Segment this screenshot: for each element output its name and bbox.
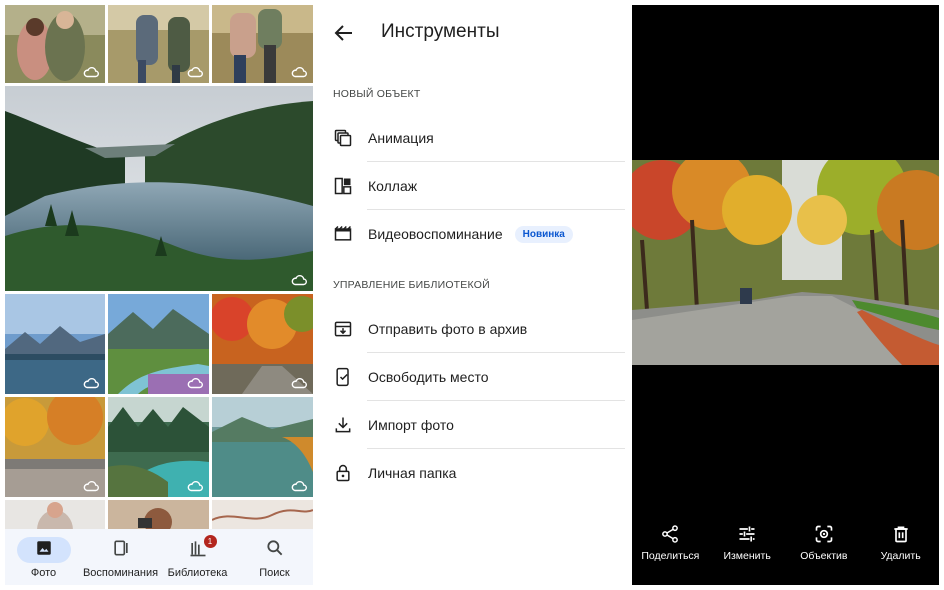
nav-label-memories: Воспоминания (82, 567, 159, 579)
viewer-action-bar: Поделиться Изменить Объектив Удалить (632, 523, 939, 571)
tool-item-video-memory[interactable]: Видеовоспоминание Новинка (333, 210, 625, 258)
lens-icon (813, 523, 835, 545)
photo-thumbnail[interactable] (5, 294, 105, 394)
lock-icon (333, 463, 353, 483)
photo-thumbnail[interactable] (108, 397, 209, 497)
nav-label-photos: Фото (30, 567, 57, 579)
movie-icon (333, 224, 353, 244)
screenshot-root: Фото Воспоминания 1 Библиотека Поиск Инс… (0, 0, 944, 590)
archive-icon (333, 319, 353, 339)
delete-icon (890, 523, 912, 545)
new-badge: Новинка (514, 225, 573, 243)
cloud-icon (187, 377, 203, 389)
photo-thumbnail-large[interactable] (5, 86, 313, 291)
cloud-icon (187, 480, 203, 492)
edit-button[interactable]: Изменить (709, 523, 786, 571)
photo-thumbnail[interactable] (5, 5, 105, 83)
nav-label-library: Библиотека (167, 567, 228, 579)
cloud-icon (83, 66, 99, 78)
photo-thumbnail[interactable] (108, 5, 209, 83)
bottom-navigation: Фото Воспоминания 1 Библиотека Поиск (5, 529, 313, 585)
free-space-icon (333, 367, 353, 387)
tools-header: Инструменты (314, 5, 632, 61)
nav-tab-search[interactable]: Поиск (236, 529, 313, 585)
tool-item-locked-folder[interactable]: Личная папка (333, 449, 625, 497)
tools-panel: Инструменты НОВЫЙ ОБЪЕКТ Анимация Коллаж… (314, 5, 632, 585)
tool-item-free-space[interactable]: Освободить место (333, 353, 625, 401)
section-header-new-object: НОВЫЙ ОБЪЕКТ (333, 88, 421, 100)
photo-thumbnail[interactable] (212, 397, 313, 497)
cloud-icon (291, 66, 307, 78)
tool-item-animation[interactable]: Анимация (333, 114, 625, 162)
tool-label: Анимация (368, 130, 434, 146)
tool-item-collage[interactable]: Коллаж (333, 162, 625, 210)
tool-label: Личная папка (368, 465, 457, 481)
nav-active-indicator (16, 537, 71, 563)
photo-thumbnail[interactable] (212, 5, 313, 83)
lens-label: Объектив (800, 550, 848, 562)
collage-icon (333, 176, 353, 196)
share-icon (659, 523, 681, 545)
tool-label: Видеовоспоминание (368, 226, 503, 242)
cloud-icon (187, 66, 203, 78)
lens-button[interactable]: Объектив (786, 523, 863, 571)
edit-sliders-icon (736, 523, 758, 545)
photo-thumbnail[interactable] (212, 294, 313, 394)
photo-thumbnail[interactable] (5, 397, 105, 497)
photo-gallery-panel: Фото Воспоминания 1 Библиотека Поиск (5, 5, 313, 585)
delete-label: Удалить (880, 550, 921, 562)
nav-label-search: Поиск (259, 567, 290, 579)
nav-tab-photos[interactable]: Фото (5, 529, 82, 585)
back-arrow-icon[interactable] (332, 21, 356, 45)
cloud-icon (83, 377, 99, 389)
memories-icon (111, 538, 131, 563)
nav-tab-library[interactable]: 1 Библиотека (159, 529, 236, 585)
search-icon (265, 538, 285, 563)
page-title: Инструменты (381, 21, 500, 42)
cloud-icon (83, 480, 99, 492)
tool-label: Освободить место (368, 369, 489, 385)
tool-label: Коллаж (368, 178, 418, 194)
section-header-library-management: УПРАВЛЕНИЕ БИБЛИОТЕКОЙ (333, 279, 490, 291)
delete-button[interactable]: Удалить (862, 523, 939, 571)
cloud-icon (291, 377, 307, 389)
tool-label: Импорт фото (368, 417, 454, 433)
share-label: Поделиться (641, 550, 700, 562)
tool-item-import[interactable]: Импорт фото (333, 401, 625, 449)
cloud-icon (291, 480, 307, 492)
share-button[interactable]: Поделиться (632, 523, 709, 571)
photo-icon (35, 539, 53, 562)
photo-thumbnail[interactable] (108, 294, 209, 394)
animation-icon (333, 128, 353, 148)
tool-label: Отправить фото в архив (368, 321, 528, 337)
download-icon (333, 415, 353, 435)
tool-item-archive[interactable]: Отправить фото в архив (333, 305, 625, 353)
photo-viewer-panel: Поделиться Изменить Объектив Удалить (632, 5, 939, 585)
cloud-icon (291, 274, 307, 286)
nav-tab-memories[interactable]: Воспоминания (82, 529, 159, 585)
notification-badge: 1 (203, 535, 217, 548)
edit-label: Изменить (723, 550, 771, 562)
viewer-photo[interactable] (632, 160, 939, 365)
